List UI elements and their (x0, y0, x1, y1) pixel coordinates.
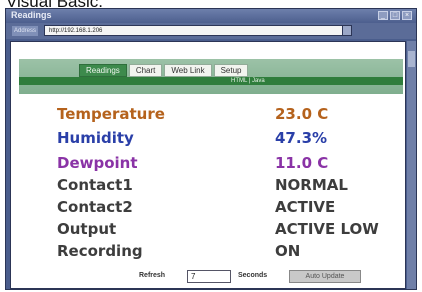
address-dropdown-icon[interactable] (342, 25, 352, 36)
address-label: Address (12, 26, 38, 36)
reading-label-recording: Recording (57, 242, 143, 260)
seconds-label: Seconds (238, 272, 268, 279)
vertical-scrollbar[interactable] (407, 41, 416, 289)
reading-label-temperature: Temperature (57, 105, 165, 123)
reading-value-humidity: 47.3% (275, 129, 328, 147)
refresh-controls: Refresh 7 Seconds Auto Update (11, 268, 405, 286)
refresh-label: Refresh (139, 272, 166, 279)
tab-chart[interactable]: Chart (128, 64, 163, 77)
title-bar: Readings _ □ × (6, 9, 416, 23)
reading-label-dewpoint: Dewpoint (57, 154, 138, 172)
reading-value-dewpoint: 11.0 C (275, 154, 329, 172)
browser-window: Readings _ □ × Address http://192.168.1.… (5, 8, 417, 290)
auto-update-button[interactable]: Auto Update (289, 270, 361, 283)
reading-label-contact1: Contact1 (57, 176, 133, 194)
refresh-interval-input[interactable]: 7 (187, 270, 231, 283)
page-content: Readings Chart Web Link Setup HTML | Jav… (10, 41, 406, 289)
window-controls: _ □ × (378, 11, 412, 20)
window-title: Readings (11, 10, 52, 20)
reading-value-contact1: NORMAL (275, 176, 348, 194)
reading-label-contact2: Contact2 (57, 198, 133, 216)
tab-bar: Readings Chart Web Link Setup (79, 64, 249, 77)
reading-value-recording: ON (275, 242, 301, 260)
tab-readings[interactable]: Readings (79, 64, 127, 77)
view-mode-bar: HTML | Java (19, 77, 403, 85)
address-input[interactable]: http://192.168.1.206 (44, 25, 344, 36)
tab-setup[interactable]: Setup (213, 64, 249, 77)
scrollbar-thumb[interactable] (408, 51, 415, 67)
reading-value-contact2: ACTIVE (275, 198, 336, 216)
reading-value-temperature: 23.0 C (275, 105, 329, 123)
tab-web-link[interactable]: Web Link (164, 64, 212, 77)
view-mode-links[interactable]: HTML | Java (231, 77, 265, 85)
maximize-icon[interactable]: □ (390, 11, 400, 20)
address-bar: Address http://192.168.1.206 (6, 23, 416, 39)
close-icon[interactable]: × (402, 11, 412, 20)
reading-label-humidity: Humidity (57, 129, 134, 147)
minimize-icon[interactable]: _ (378, 11, 388, 20)
reading-label-output: Output (57, 220, 117, 238)
reading-value-output: ACTIVE LOW (275, 220, 379, 238)
header-band: Readings Chart Web Link Setup HTML | Jav… (19, 59, 403, 94)
